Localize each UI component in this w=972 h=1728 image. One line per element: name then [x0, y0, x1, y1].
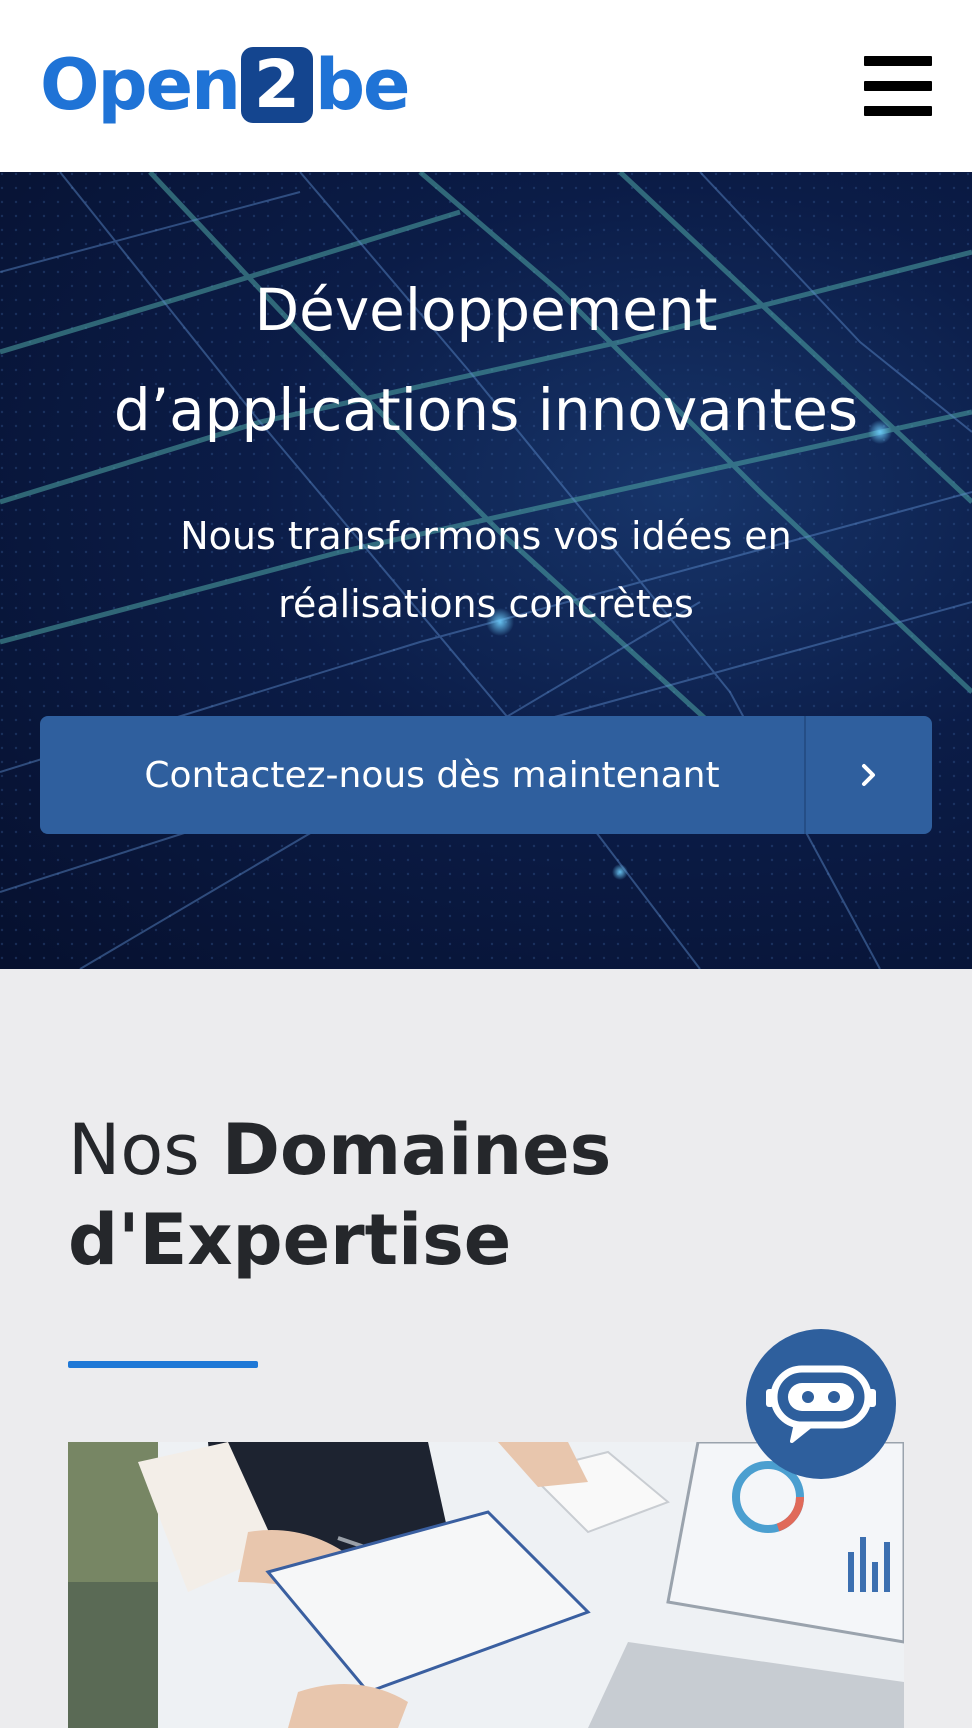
office-work-photo: [68, 1442, 904, 1728]
menu-bar: [864, 81, 932, 91]
menu-bar: [864, 106, 932, 116]
chatbot-button[interactable]: [746, 1329, 896, 1479]
contact-now-button[interactable]: Contactez-nous dès maintenant: [40, 716, 932, 834]
title-light-part: Nos: [68, 1109, 222, 1191]
logo-text-be: be: [314, 44, 411, 126]
expertise-section-title: Nos Domaines d'Expertise: [68, 1105, 868, 1285]
hamburger-menu-icon[interactable]: [864, 56, 932, 116]
site-header: Open 2 be: [0, 0, 972, 172]
title-bold-line1: Domaines: [221, 1109, 612, 1191]
open2be-logo[interactable]: Open 2 be: [40, 40, 411, 130]
hero-subtitle-line2: réalisations concrètes: [278, 582, 694, 626]
hero-banner: Développement d’applications innovantes …: [0, 172, 972, 969]
contact-now-label: Contactez-nous dès maintenant: [40, 716, 806, 834]
logo-badge-2: 2: [240, 47, 313, 123]
hero-title: Développement d’applications innovantes: [0, 260, 972, 460]
robot-chat-icon: [766, 1365, 876, 1443]
hero-title-line2: d’applications innovantes: [113, 376, 859, 444]
expertise-card-image[interactable]: [68, 1442, 904, 1728]
logo-text-open: Open: [40, 44, 241, 126]
title-underline-divider: [68, 1361, 258, 1368]
title-bold-line2: d'Expertise: [68, 1199, 512, 1281]
hero-subtitle: Nous transformons vos idées en réalisati…: [100, 502, 872, 638]
hero-subtitle-line1: Nous transformons vos idées en: [180, 514, 792, 558]
chevron-right-icon: [806, 716, 932, 834]
hero-title-line1: Développement: [254, 276, 718, 344]
menu-bar: [864, 56, 932, 66]
